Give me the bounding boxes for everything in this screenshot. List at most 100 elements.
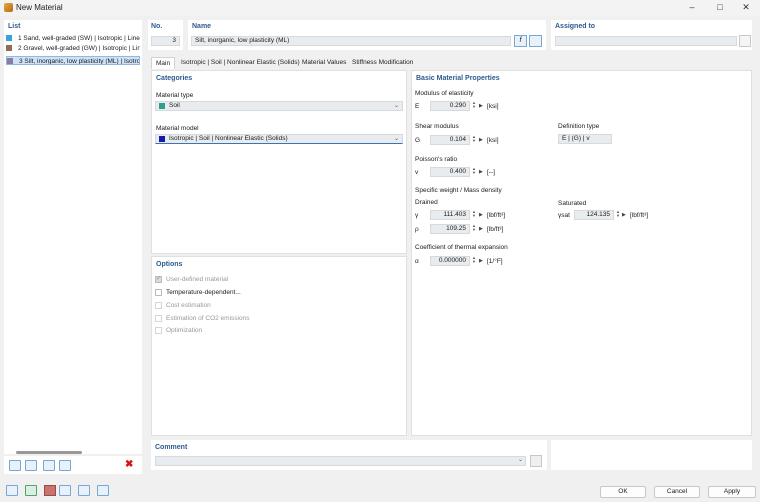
apply-button[interactable]: Apply bbox=[708, 486, 756, 498]
modulus-label: Modulus of elasticity bbox=[415, 90, 474, 97]
basic-properties-header: Basic Material Properties bbox=[416, 75, 500, 82]
tab-main[interactable]: Main bbox=[151, 57, 176, 69]
list-item[interactable]: 2 Gravel, well-graded (GW) | Isotropic |… bbox=[6, 44, 140, 53]
mass-density-arrow-icon[interactable]: ▶ bbox=[479, 226, 483, 232]
thermal-arrow-icon[interactable]: ▶ bbox=[479, 258, 483, 264]
tab-material-values[interactable]: Material Values bbox=[298, 57, 350, 69]
mass-density-spinner[interactable]: ▲ ▼ bbox=[471, 224, 477, 232]
saturated-weight-spinner[interactable]: ▲ ▼ bbox=[615, 210, 621, 218]
modulus-input[interactable]: 0.290 bbox=[430, 101, 470, 111]
number-icon[interactable] bbox=[25, 485, 37, 496]
categories-panel: Categories Material type Material model bbox=[151, 70, 407, 254]
temperature-dependent-checkbox[interactable] bbox=[155, 289, 162, 296]
optimization-label: Optimization bbox=[166, 327, 203, 334]
table-icon[interactable] bbox=[59, 485, 71, 496]
g-symbol: G bbox=[415, 137, 421, 144]
tab-isotropic[interactable]: Isotropic | Soil | Nonlinear Elastic (So… bbox=[177, 57, 304, 69]
ok-button[interactable]: OK bbox=[600, 486, 646, 498]
select-objects-icon[interactable] bbox=[739, 35, 751, 47]
co2-estimation-checkbox[interactable] bbox=[155, 315, 162, 322]
chevron-down-icon: ⌄ bbox=[393, 103, 399, 109]
thermal-unit: [1/°F] bbox=[487, 258, 503, 265]
specific-weight-spinner[interactable]: ▲ ▼ bbox=[471, 210, 477, 218]
saturated-weight-arrow-icon[interactable]: ▶ bbox=[622, 212, 626, 218]
alpha-symbol: α bbox=[415, 258, 419, 265]
poisson-input[interactable]: 0.400 bbox=[430, 167, 470, 177]
poisson-unit: [--] bbox=[487, 169, 495, 176]
user-defined-label: User-defined material bbox=[166, 276, 229, 283]
rho-symbol: ρ bbox=[415, 226, 419, 233]
cost-estimation-checkbox[interactable] bbox=[155, 302, 162, 309]
comment-library-icon[interactable] bbox=[530, 455, 542, 467]
list-item-selected[interactable]: 3 Silt, inorganic, low plasticity (ML) |… bbox=[6, 56, 140, 65]
cancel-button[interactable]: Cancel bbox=[654, 486, 700, 498]
color-swatch bbox=[6, 35, 12, 41]
title-bar: New Material – □ ✕ bbox=[0, 0, 760, 16]
chevron-down-icon: ⌄ bbox=[393, 136, 399, 142]
poisson-spinner[interactable]: ▲ ▼ bbox=[471, 167, 477, 175]
function-icon[interactable] bbox=[97, 485, 109, 496]
help-icon[interactable] bbox=[78, 485, 90, 496]
shear-arrow-icon[interactable]: ▶ bbox=[479, 137, 483, 143]
color-icon[interactable] bbox=[44, 485, 56, 496]
e-symbol: E bbox=[415, 103, 420, 110]
maximize-button[interactable]: □ bbox=[706, 0, 734, 16]
shear-spinner[interactable]: ▲ ▼ bbox=[471, 135, 477, 143]
thermal-spinner[interactable]: ▲ ▼ bbox=[471, 256, 477, 264]
list-panel: List bbox=[4, 20, 142, 454]
material-type-label: Material type bbox=[156, 92, 194, 99]
optimization-checkbox[interactable] bbox=[155, 327, 162, 334]
comment-input[interactable] bbox=[155, 456, 526, 466]
saturated-weight-input[interactable]: 124.135 bbox=[574, 210, 614, 220]
search-icon[interactable] bbox=[6, 485, 18, 496]
library-icon[interactable] bbox=[529, 35, 542, 47]
poisson-label: Poisson's ratio bbox=[415, 156, 458, 163]
options-header: Options bbox=[156, 261, 183, 268]
comment-label: Comment bbox=[155, 444, 188, 451]
comment-side-panel bbox=[551, 440, 752, 470]
specific-weight-arrow-icon[interactable]: ▶ bbox=[479, 212, 483, 218]
chevron-down-icon[interactable]: ⌄ bbox=[518, 456, 523, 463]
check-all-icon[interactable] bbox=[43, 460, 55, 471]
mass-density-unit: [lb/ft³] bbox=[487, 226, 504, 233]
assigned-label: Assigned to bbox=[555, 23, 596, 30]
assigned-input[interactable] bbox=[555, 36, 737, 46]
delete-icon[interactable]: ✖ bbox=[125, 459, 133, 470]
mass-density-input[interactable]: 109.25 bbox=[430, 224, 470, 234]
name-input[interactable]: Silt, inorganic, low plasticity (ML) bbox=[191, 36, 511, 46]
tab-stiffness-modification[interactable]: Stiffness Modification bbox=[348, 57, 417, 69]
definition-type-field[interactable]: E | (G) | v bbox=[558, 134, 612, 144]
number-label: No. bbox=[151, 23, 163, 30]
gamma-sat-symbol: γsat bbox=[558, 212, 570, 219]
drained-label: Drained bbox=[415, 199, 438, 206]
user-defined-checkbox[interactable] bbox=[155, 275, 162, 283]
list-item[interactable]: 1 Sand, well-graded (SW) | Isotropic | L… bbox=[6, 34, 140, 43]
specific-weight-unit: [lbf/ft³] bbox=[487, 212, 506, 219]
material-model-label: Material model bbox=[156, 125, 199, 132]
copy-material-icon[interactable] bbox=[25, 460, 37, 471]
list-header: List bbox=[8, 23, 21, 30]
new-material-icon[interactable] bbox=[9, 460, 21, 471]
app-icon bbox=[4, 3, 13, 12]
modulus-arrow-icon[interactable]: ▶ bbox=[479, 103, 483, 109]
modulus-unit: [ksi] bbox=[487, 103, 499, 110]
minimize-button[interactable]: – bbox=[678, 0, 706, 16]
soil-color-swatch bbox=[159, 103, 165, 109]
shear-unit: [ksi] bbox=[487, 137, 499, 144]
thermal-input[interactable]: 0.000000 bbox=[430, 256, 470, 266]
material-type-select[interactable]: Soil ⌄ bbox=[155, 101, 403, 111]
shear-label: Shear modulus bbox=[415, 123, 459, 130]
saturated-label: Saturated bbox=[558, 200, 587, 207]
formula-icon[interactable]: f bbox=[514, 35, 527, 47]
temperature-dependent-label: Temperature-dependent... bbox=[166, 289, 241, 296]
material-model-select[interactable]: Isotropic | Soil | Nonlinear Elastic (So… bbox=[155, 134, 403, 144]
close-window-button[interactable]: ✕ bbox=[732, 0, 760, 16]
poisson-arrow-icon[interactable]: ▶ bbox=[479, 169, 483, 175]
shear-input[interactable]: 0.104 bbox=[430, 135, 470, 145]
modulus-spinner[interactable]: ▲ ▼ bbox=[471, 101, 477, 109]
thermal-label: Coefficient of thermal expansion bbox=[415, 244, 508, 251]
number-field[interactable]: 3 bbox=[151, 36, 180, 46]
horizontal-scrollbar[interactable] bbox=[16, 451, 82, 454]
uncheck-all-icon[interactable] bbox=[59, 460, 71, 471]
specific-weight-input[interactable]: 111.403 bbox=[430, 210, 470, 220]
